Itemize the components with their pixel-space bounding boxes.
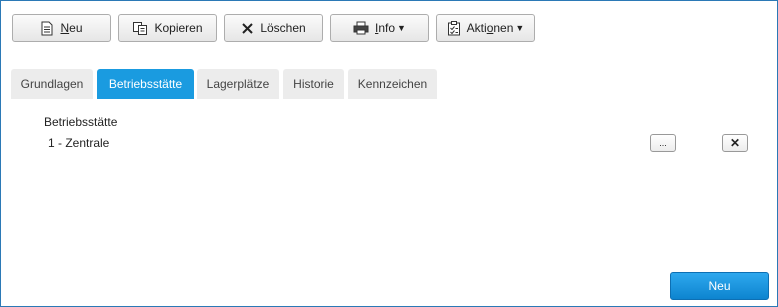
tab-grundlagen[interactable]: Grundlagen	[11, 69, 93, 99]
delete-button[interactable]: Löschen	[224, 14, 323, 42]
document-icon	[41, 21, 53, 35]
tab-betriebsstaette[interactable]: Betriebsstätte	[97, 69, 194, 99]
new-primary-button[interactable]: Neu	[670, 272, 769, 300]
checklist-icon	[447, 20, 460, 35]
tab-lagerplaetze[interactable]: Lagerplätze	[197, 69, 279, 99]
window-frame: Neu Kopieren Löschen Info ▼ Aktionen ▼ G…	[0, 0, 778, 307]
caret-down-icon: ▼	[515, 23, 525, 33]
tab-historie[interactable]: Historie	[283, 69, 344, 99]
x-icon	[242, 22, 254, 34]
printer-icon	[353, 21, 369, 35]
delete-button-label: Löschen	[260, 21, 306, 35]
section-title: Betriebsstätte	[44, 115, 118, 129]
copy-button-label: Kopieren	[154, 21, 203, 35]
new-button[interactable]: Neu	[12, 14, 111, 42]
caret-down-icon: ▼	[397, 23, 406, 33]
actions-button[interactable]: Aktionen ▼	[436, 14, 535, 42]
new-button-label: Neu	[60, 21, 83, 35]
tab-kennzeichen[interactable]: Kennzeichen	[348, 69, 437, 99]
actions-button-label: Aktionen	[466, 21, 514, 35]
info-button-label: Info	[375, 21, 396, 35]
copy-button[interactable]: Kopieren	[118, 14, 217, 42]
info-button[interactable]: Info ▼	[330, 14, 429, 42]
copy-icon	[133, 21, 148, 35]
clear-button[interactable]: ✕	[722, 134, 748, 152]
browse-button[interactable]: ...	[650, 134, 676, 152]
betriebsstaette-value: 1 - Zentrale	[48, 136, 110, 150]
